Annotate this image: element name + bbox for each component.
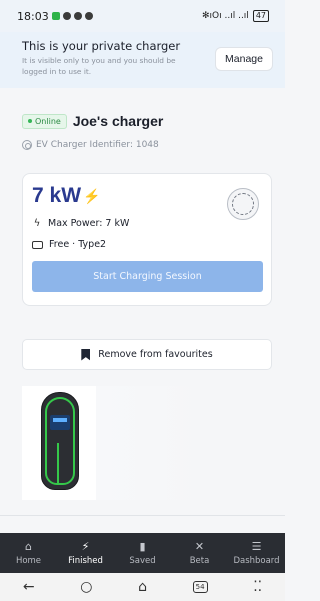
signal-icons: ✻ıOı ..ıl ..ıl	[202, 11, 249, 21]
socket-pins-icon	[232, 193, 254, 215]
banner-subtitle: It is visible only to you and you should…	[22, 56, 176, 76]
start-charging-button[interactable]: Start Charging Session	[32, 261, 263, 292]
image-gallery-area	[96, 386, 206, 500]
identifier-text: EV Charger Identifier: 1048	[36, 140, 159, 150]
charger-card: 7 kW ⚡ ϟ Max Power: 7 kW Free · Type2 St…	[22, 173, 272, 306]
cash-icon	[32, 240, 43, 249]
price-type-text: Free · Type2	[49, 239, 107, 250]
divider	[0, 515, 285, 516]
app-notification-icon	[51, 12, 60, 20]
search-icon[interactable]: ○	[80, 579, 92, 595]
back-arrow-icon[interactable]: ←	[23, 579, 35, 595]
max-power-row: ϟ Max Power: 7 kW	[32, 218, 130, 229]
system-navigation-bar: ← ○ ⌂ 54 ⁚⁚	[0, 573, 285, 601]
power-rating: 7 kW ⚡	[32, 184, 100, 208]
settings-notification-icon	[84, 12, 93, 20]
bolt-outline-icon: ϟ	[33, 218, 41, 229]
nfc-notification-icon	[73, 12, 82, 20]
status-badge: Online	[22, 113, 67, 129]
manage-button[interactable]: Manage	[215, 47, 273, 71]
nav-finished-label: Finished	[68, 556, 103, 566]
max-power-text: Max Power: 7 kW	[48, 218, 130, 229]
home-icon: ⌂	[25, 540, 32, 553]
charger-device-illustration	[41, 392, 79, 490]
menu-icon: ☰	[251, 540, 262, 553]
nav-saved[interactable]: ▮ Saved	[114, 540, 171, 566]
home-outline-icon[interactable]: ⌂	[138, 579, 147, 595]
nav-beta[interactable]: ✕ Beta	[171, 540, 228, 566]
more-dots-icon[interactable]: ⁚⁚	[253, 579, 262, 595]
power-value: 7 kW	[32, 184, 82, 207]
charger-header: Online Joe's charger	[22, 113, 163, 129]
status-bar: 18:03 ✻ıOı ..ıl ..ıl 47	[0, 0, 285, 32]
status-time: 18:03	[17, 9, 49, 23]
charger-name: Joe's charger	[72, 113, 164, 129]
fingerprint-icon	[22, 140, 32, 150]
nav-beta-label: Beta	[189, 556, 210, 566]
nav-saved-label: Saved	[129, 556, 156, 566]
nav-home-label: Home	[15, 556, 42, 566]
eye-notification-icon	[62, 12, 71, 20]
nav-dashboard-label: Dashboard	[233, 556, 280, 566]
remove-favourites-button[interactable]: Remove from favourites	[22, 339, 272, 370]
tabs-count-icon[interactable]: 54	[192, 581, 208, 593]
bolt-icon: ⚡	[81, 540, 90, 553]
online-dot-icon	[28, 119, 32, 123]
tools-icon: ✕	[194, 540, 205, 553]
nav-home[interactable]: ⌂ Home	[0, 540, 57, 566]
type2-socket-icon	[227, 188, 259, 220]
private-charger-banner: This is your private charger It is visib…	[0, 32, 285, 88]
charger-image	[22, 386, 96, 500]
nav-dashboard[interactable]: ☰ Dashboard	[228, 540, 285, 566]
charger-identifier: EV Charger Identifier: 1048	[22, 140, 159, 150]
battery-icon: 47	[252, 10, 269, 22]
status-badge-label: Online	[35, 116, 61, 126]
bookmark-icon	[81, 348, 91, 361]
remove-favourites-label: Remove from favourites	[98, 349, 213, 360]
nav-finished[interactable]: ⚡ Finished	[57, 540, 114, 566]
price-type-row: Free · Type2	[32, 239, 106, 250]
bookmark-icon: ▮	[139, 540, 146, 553]
bolt-icon: ⚡	[83, 187, 101, 204]
bottom-navigation: ⌂ Home ⚡ Finished ▮ Saved ✕ Beta ☰ Dashb…	[0, 533, 285, 573]
